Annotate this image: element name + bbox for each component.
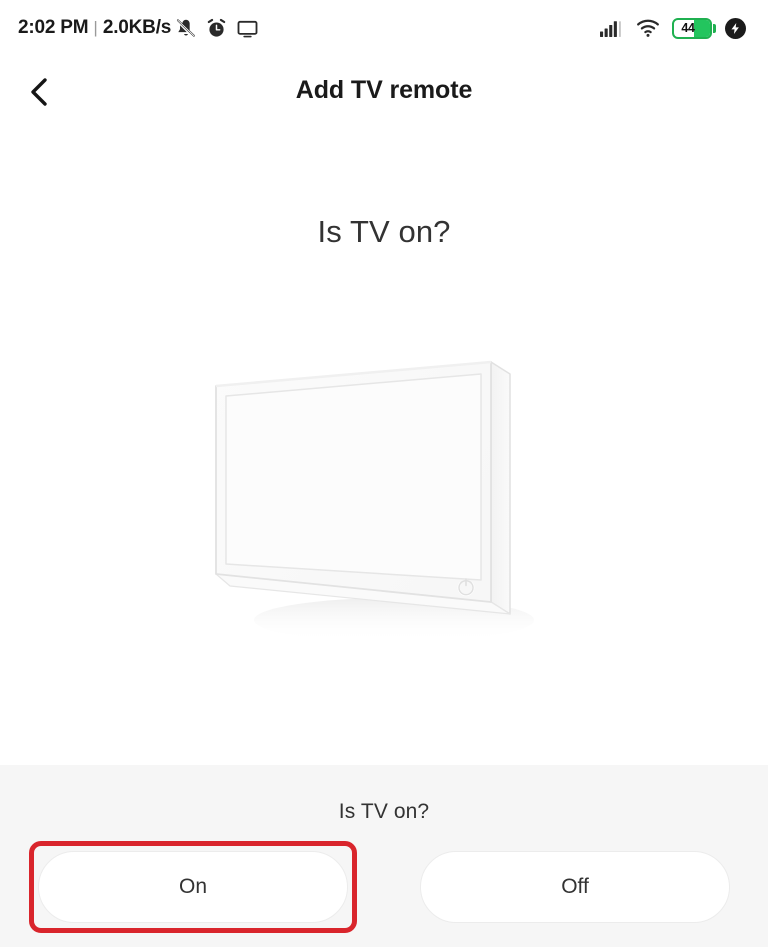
off-button-slot: Off xyxy=(420,851,730,923)
question-heading: Is TV on? xyxy=(317,214,451,249)
status-time: 2:02 PM xyxy=(18,17,89,38)
on-button[interactable]: On xyxy=(38,851,348,923)
charging-icon xyxy=(725,17,746,39)
battery-body: 44 xyxy=(672,17,712,39)
off-button[interactable]: Off xyxy=(420,851,730,923)
button-row: On Off xyxy=(0,824,768,933)
status-separator: | xyxy=(93,18,98,37)
cast-icon xyxy=(236,17,259,40)
bottom-question-label: Is TV on? xyxy=(338,800,430,823)
main-content: Is TV on? xyxy=(0,134,768,765)
app-bar: Add TV remote xyxy=(0,56,768,134)
on-button-label: On xyxy=(178,875,207,898)
tv-side-panel xyxy=(490,361,511,615)
status-bar: 2:02 PM | 2.0KB/s 44 xyxy=(0,0,768,56)
page-title: Add TV remote xyxy=(295,76,473,104)
battery-level-text: 44 xyxy=(681,21,695,35)
battery-fill xyxy=(694,19,710,37)
bottom-action-panel: Is TV on? On Off xyxy=(0,765,768,947)
battery-icon: 44 xyxy=(672,17,716,39)
on-button-slot: On xyxy=(29,841,357,933)
mute-icon xyxy=(175,17,197,39)
off-button-label: Off xyxy=(561,875,589,898)
battery-cap xyxy=(713,23,716,33)
status-bar-right: 44 xyxy=(599,17,746,39)
wifi-icon xyxy=(636,18,660,38)
status-bar-left: 2:02 PM | 2.0KB/s xyxy=(18,17,259,40)
signal-icon xyxy=(599,18,623,38)
alarm-icon xyxy=(206,18,227,39)
tv-screen-area xyxy=(225,373,482,581)
network-speed-text: 2.0KB/s xyxy=(102,17,172,38)
tv-screen-illustration xyxy=(194,352,574,672)
